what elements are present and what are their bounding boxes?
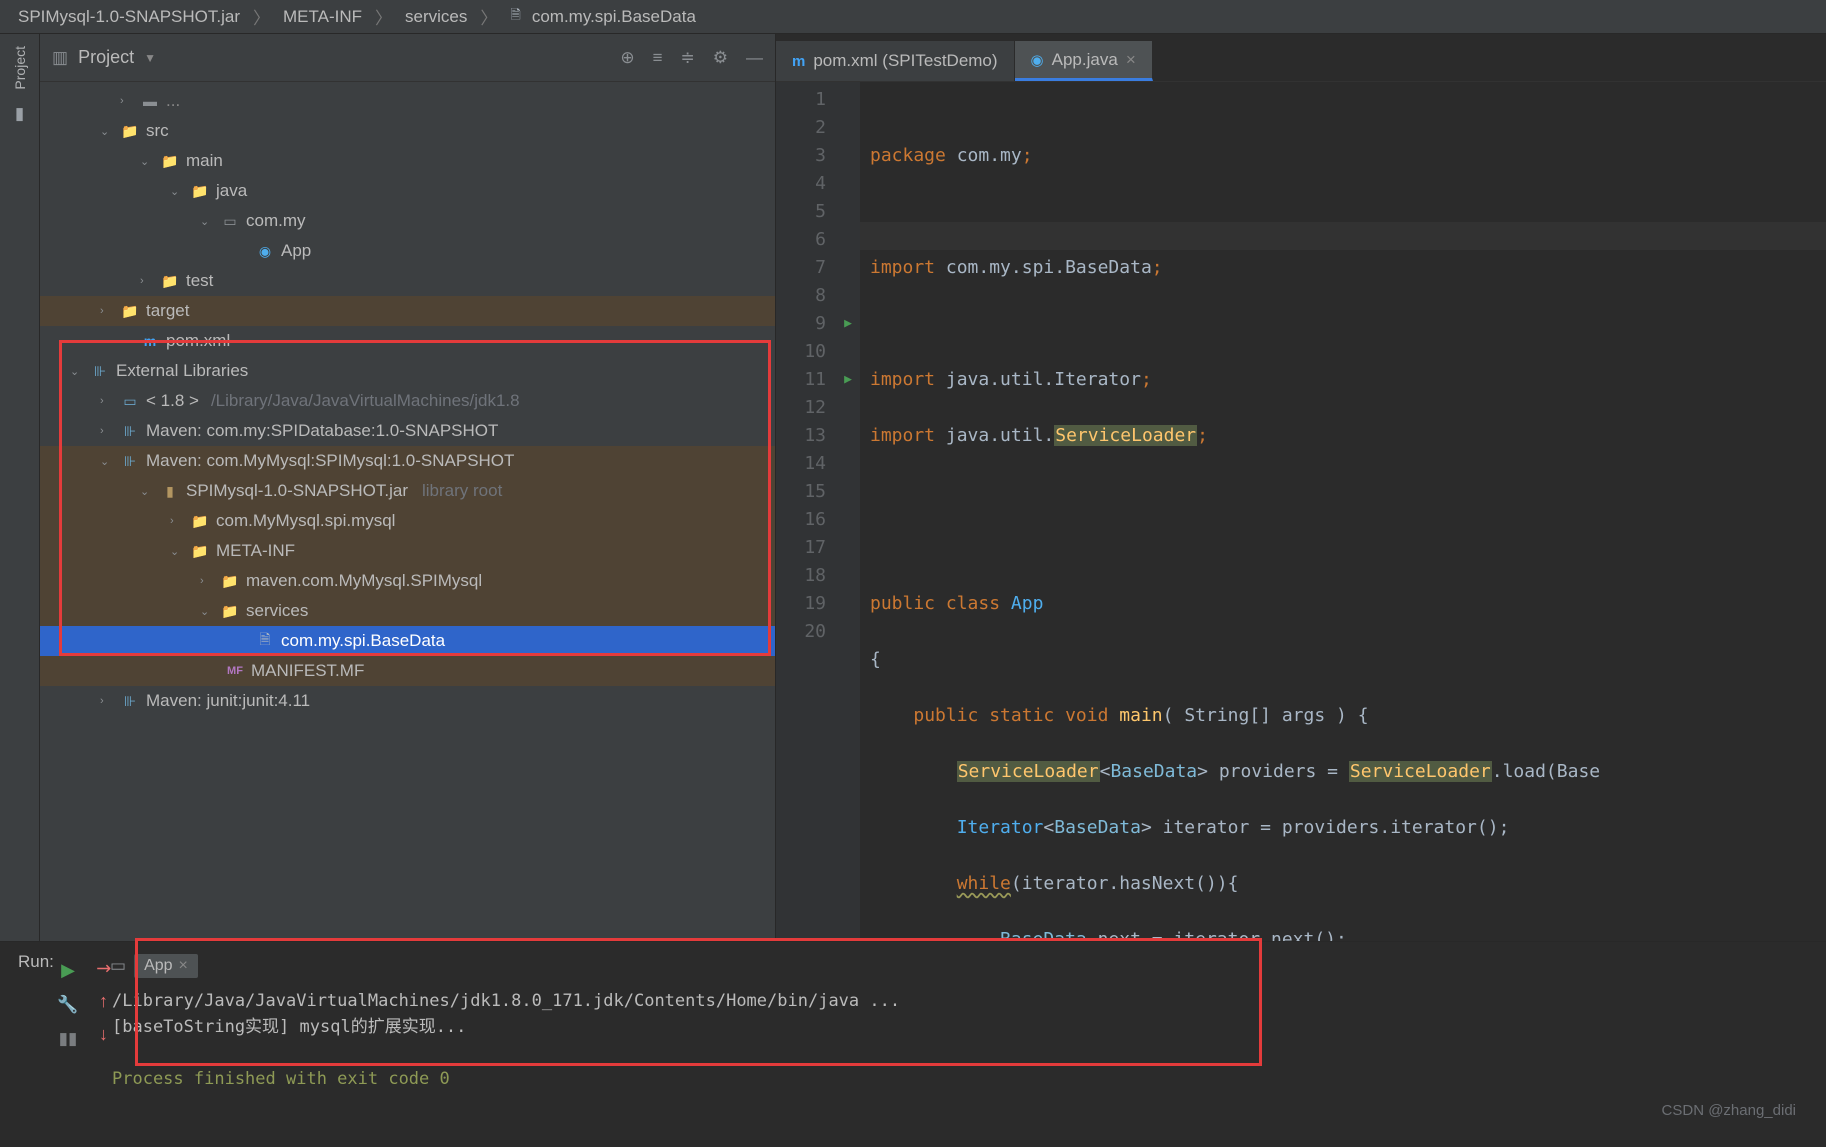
tree-mvnfolder[interactable]: ›📁maven.com.MyMysql.SPIMysql — [40, 566, 775, 596]
tree-extlib[interactable]: ⌄⊪External Libraries — [40, 356, 775, 386]
tree-mvn2[interactable]: ⌄⊪Maven: com.MyMysql:SPIMysql:1.0-SNAPSH… — [40, 446, 775, 476]
tree-basedata[interactable]: 🗎com.my.spi.BaseData — [40, 626, 775, 656]
tree-pkg[interactable]: ›📁com.MyMysql.spi.mysql — [40, 506, 775, 536]
hide-icon[interactable]: — — [746, 48, 763, 68]
tree-mvn1[interactable]: ›⊪Maven: com.my:SPIDatabase:1.0-SNAPSHOT — [40, 416, 775, 446]
crumb-metainf[interactable]: META-INF — [283, 7, 362, 27]
collapse-icon[interactable]: ≑ — [681, 48, 695, 68]
project-panel: ▥ Project ▼ ⊕ ≡ ≑ ⚙ — ›▬... ⌄📁src ⌄📁main — [40, 34, 776, 941]
editor-area: m pom.xml (SPITestDemo) ◉ App.java × 123… — [776, 34, 1826, 941]
crumb-jar[interactable]: SPIMysql-1.0-SNAPSHOT.jar — [18, 7, 240, 27]
watermark: CSDN @zhang_didi — [1662, 1102, 1796, 1119]
maven-icon: m — [792, 53, 805, 70]
gutter: 1234567891011121314151617181920 — [776, 82, 836, 941]
tree-junit[interactable]: ›⊪Maven: junit:junit:4.11 — [40, 686, 775, 716]
tree-test[interactable]: ›📁test — [40, 266, 775, 296]
close-icon[interactable]: × — [179, 957, 188, 975]
tree-jar[interactable]: ⌄▮SPIMysql-1.0-SNAPSHOT.jarlibrary root — [40, 476, 775, 506]
file-icon: 🗎 — [510, 6, 520, 28]
tree-main[interactable]: ⌄📁main — [40, 146, 775, 176]
project-title[interactable]: Project — [78, 47, 134, 68]
crumb-services[interactable]: services — [405, 7, 467, 27]
close-icon[interactable]: × — [1126, 50, 1136, 70]
project-tool-button[interactable]: Project — [12, 46, 28, 90]
run-line-icon[interactable]: ▶ — [836, 366, 860, 394]
tree-row[interactable]: ›▬... — [40, 86, 775, 116]
project-panel-header: ▥ Project ▼ ⊕ ≡ ≑ ⚙ — — [40, 34, 775, 82]
expand-icon[interactable]: ≡ — [653, 48, 663, 68]
tree-metainf[interactable]: ⌄📁META-INF — [40, 536, 775, 566]
tree-pom[interactable]: mpom.xml — [40, 326, 775, 356]
console-output[interactable]: /Library/Java/JavaVirtualMachines/jdk1.8… — [100, 982, 1826, 1098]
chevron-down-icon[interactable]: ▼ — [144, 51, 156, 65]
gear-icon[interactable]: ⚙ — [713, 48, 728, 68]
tree-src[interactable]: ⌄📁src — [40, 116, 775, 146]
run-panel: Run: ▭ App× /Library/Java/JavaVirtualMac… — [0, 941, 1826, 1147]
bookmark-icon[interactable]: ▮ — [15, 104, 24, 124]
wrench-icon[interactable]: 🔧 — [57, 995, 78, 1015]
tree-target[interactable]: ›📁target — [40, 296, 775, 326]
tree-java[interactable]: ⌄📁java — [40, 176, 775, 206]
run-line-icon[interactable]: ▶ — [836, 310, 860, 338]
crumb-sep: 〉 — [480, 4, 497, 29]
arrow-down-icon[interactable]: ↓ — [99, 1024, 108, 1045]
tab-app[interactable]: ◉ App.java × — [1015, 41, 1153, 81]
code-editor[interactable]: 1234567891011121314151617181920 ▶ ▶ pack… — [776, 82, 1826, 941]
tool-strip: Project ▮ — [0, 34, 40, 941]
tab-pom[interactable]: m pom.xml (SPITestDemo) — [776, 41, 1015, 81]
tree-services[interactable]: ⌄📁services — [40, 596, 775, 626]
project-tree[interactable]: ›▬... ⌄📁src ⌄📁main ⌄📁java ⌄▭com.my ◉App … — [40, 82, 775, 941]
locate-icon[interactable]: ⊕ — [620, 48, 634, 68]
rerun-icon[interactable]: ▶ — [61, 960, 75, 981]
class-icon: ◉ — [1031, 51, 1044, 69]
code-body[interactable]: package com.my; import com.my.spi.BaseDa… — [860, 82, 1826, 941]
crumb-sep: 〉 — [253, 4, 270, 29]
run-gutter: ▶ ▶ — [836, 82, 860, 941]
tree-manifest[interactable]: MFMANIFEST.MF — [40, 656, 775, 686]
tree-commy[interactable]: ⌄▭com.my — [40, 206, 775, 236]
project-icon: ▥ — [52, 48, 68, 68]
crumb-sep: 〉 — [375, 4, 392, 29]
breadcrumb: SPIMysql-1.0-SNAPSHOT.jar 〉 META-INF 〉 s… — [0, 0, 1826, 34]
arrow-up-icon[interactable]: ↑ — [99, 991, 108, 1012]
crumb-file[interactable]: com.my.spi.BaseData — [532, 7, 696, 27]
tree-jdk[interactable]: ›▭< 1.8 >/Library/Java/JavaVirtualMachin… — [40, 386, 775, 416]
stop-icon[interactable]: ▮▮ — [59, 1029, 78, 1049]
editor-tabs: m pom.xml (SPITestDemo) ◉ App.java × — [776, 34, 1826, 82]
run-tab[interactable]: App× — [134, 954, 198, 978]
tree-app[interactable]: ◉App — [40, 236, 775, 266]
